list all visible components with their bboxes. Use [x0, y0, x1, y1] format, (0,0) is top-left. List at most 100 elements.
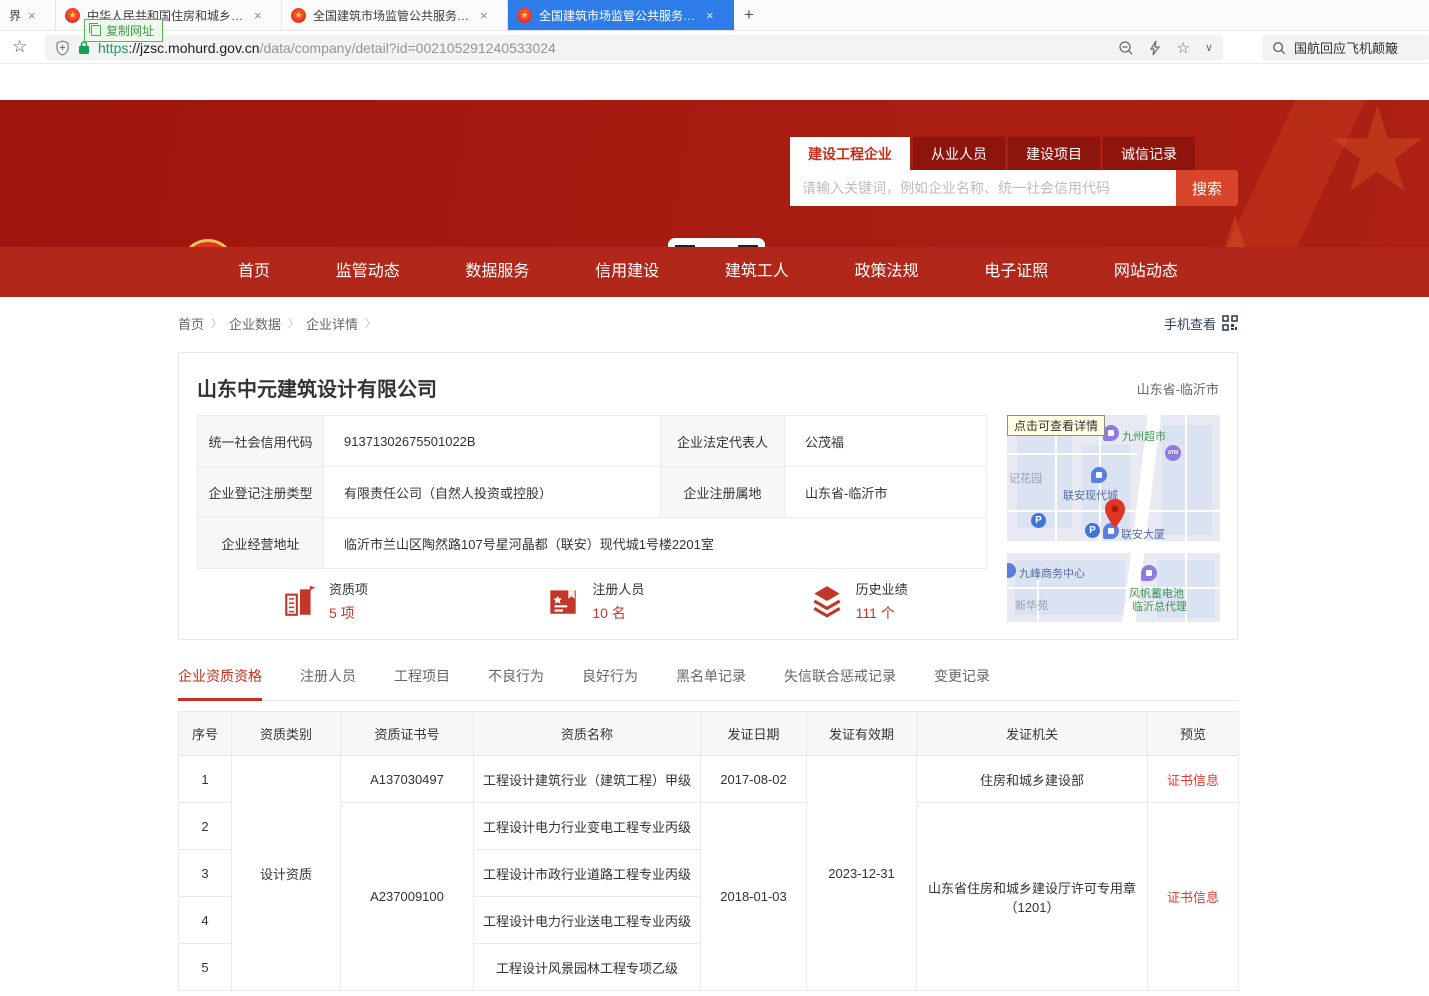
tab-registered-personnel[interactable]: 注册人员 [300, 666, 356, 700]
browser-tab-4-active[interactable]: ★ 全国建筑市场监管公共服务平台 × [508, 0, 734, 30]
qualification-name-cell: 工程设计风景园林工程专项乙级 [474, 944, 701, 991]
new-tab-button[interactable]: + [734, 0, 764, 30]
company-name: 山东中元建筑设计有限公司 [197, 373, 437, 402]
nav-item-site-news[interactable]: 网站动态 [1114, 247, 1178, 297]
certificate-info-link[interactable]: 证书信息 [1167, 773, 1219, 788]
seq-cell: 3 [179, 850, 232, 897]
browser-search-input[interactable] [1294, 40, 1414, 55]
stat-registered-personnel[interactable]: 注册人员 10 名 [460, 579, 723, 623]
tab-close-icon[interactable]: × [254, 8, 262, 23]
map-label: 记花园 [1009, 470, 1042, 486]
location-map[interactable]: 九州超市 记花园 ATM 联安现代城 联安大厦 P P 九峰商务中心 风帆蓄电池… [1007, 415, 1220, 622]
browser-tab-3[interactable]: ★ 全国建筑市场监管公共服务平台 × [282, 0, 508, 30]
keyword-search-input[interactable] [790, 170, 1176, 206]
stat-value: 5 项 [329, 603, 368, 623]
company-stats: 资质项 5 项 注册人员 10 名 [197, 579, 987, 623]
tab-blacklist[interactable]: 黑名单记录 [676, 666, 746, 700]
tab-close-icon[interactable]: × [706, 8, 714, 23]
bookmark-star-icon[interactable]: ☆ [12, 37, 27, 57]
stat-label: 注册人员 [592, 579, 644, 598]
certificate-icon [545, 583, 581, 619]
page-content: 首页 〉 企业数据 〉 企业详情 〉 手机查看 山东中元建筑设计有限公司 山东省… [178, 314, 1238, 991]
chevron-down-icon[interactable]: ∨ [1205, 41, 1213, 54]
seq-cell: 2 [179, 803, 232, 850]
tab-close-icon[interactable]: × [28, 8, 36, 23]
tab-bad-behavior[interactable]: 不良行为 [488, 666, 544, 700]
field-label: 企业法定代表人 [661, 416, 785, 467]
browser-chrome: 界 × ★ 中华人民共和国住房和城乡建设 × ★ 全国建筑市场监管公共服务平台 … [0, 0, 1429, 64]
parking-pin-icon[interactable]: P [1031, 513, 1046, 528]
qr-code-icon[interactable] [1222, 315, 1238, 331]
col-name: 资质名称 [474, 712, 701, 756]
table-row: 统一社会信用代码 91371302675501022B 企业法定代表人 公茂福 [198, 416, 987, 467]
emblem-favicon-icon: ★ [517, 8, 532, 23]
supermarket-pin-icon[interactable] [1103, 425, 1119, 441]
map-label: 九峰商务中心 [1019, 565, 1085, 581]
site-qr-code: S [668, 238, 765, 247]
shield-permissions-icon[interactable] [55, 40, 70, 56]
search-tab-enterprise[interactable]: 建设工程企业 [790, 137, 910, 170]
address-bar[interactable]: https://jzsc.mohurd.gov.cn/data/company/… [45, 35, 1223, 60]
search-tab-project[interactable]: 建设项目 [1008, 137, 1100, 170]
tab-change-records[interactable]: 变更记录 [934, 666, 990, 700]
tab-qualifications[interactable]: 企业资质资格 [178, 666, 262, 701]
favorite-star-icon[interactable]: ☆ [1176, 39, 1189, 57]
certificate-info-link[interactable]: 证书信息 [1167, 890, 1219, 905]
tab-title: 界 [9, 7, 21, 24]
company-info-table: 统一社会信用代码 91371302675501022B 企业法定代表人 公茂福 … [197, 415, 987, 569]
building-pin-icon[interactable] [1091, 467, 1107, 483]
tab-title: 全国建筑市场监管公共服务平台 [539, 7, 699, 24]
stat-historical-performance[interactable]: 历史业绩 111 个 [724, 579, 987, 623]
mobile-view-label[interactable]: 手机查看 [1164, 314, 1216, 333]
field-label: 企业注册属地 [661, 467, 785, 518]
search-button[interactable]: 搜索 [1176, 170, 1238, 206]
tab-close-icon[interactable]: × [480, 8, 488, 23]
breadcrumb-separator: 〉 [365, 315, 376, 331]
atm-pin-icon[interactable]: ATM [1165, 445, 1181, 461]
category-cell: 设计资质 [232, 756, 341, 991]
breadcrumb-home[interactable]: 首页 [178, 314, 204, 333]
nav-item-workers[interactable]: 建筑工人 [725, 247, 789, 297]
col-valid-until: 发证有效期 [807, 712, 917, 756]
col-preview: 预览 [1148, 712, 1239, 756]
nav-item-data-service[interactable]: 数据服务 [465, 247, 529, 297]
nav-item-supervision[interactable]: 监管动态 [336, 247, 400, 297]
qualification-name-cell: 工程设计建筑行业（建筑工程）甲级 [474, 756, 701, 803]
field-label: 统一社会信用代码 [198, 416, 324, 467]
qualification-name-cell: 工程设计电力行业变电工程专业丙级 [474, 803, 701, 850]
nav-item-home[interactable]: 首页 [238, 247, 270, 297]
detail-tabs: 企业资质资格 注册人员 工程项目 不良行为 良好行为 黑名单记录 失信联合惩戒记… [178, 666, 1238, 701]
breadcrumb: 首页 〉 企业数据 〉 企业详情 〉 手机查看 [178, 314, 1238, 332]
qualification-table: 序号 资质类别 资质证书号 资质名称 发证日期 发证有效期 发证机关 预览 1 … [178, 711, 1239, 991]
url-path: /data/company/detail?id=0021052912405330… [260, 40, 556, 56]
issue-date-cell: 2017-08-02 [701, 756, 807, 803]
authority-cell: 住房和城乡建设部 [917, 756, 1148, 803]
parking-pin-icon[interactable]: P [1085, 523, 1100, 538]
lightning-icon[interactable] [1149, 40, 1161, 56]
nav-item-credit[interactable]: 信用建设 [595, 247, 659, 297]
search-tab-personnel[interactable]: 从业人员 [913, 137, 1005, 170]
main-nav: 首页 监管动态 数据服务 信用建设 建筑工人 政策法规 电子证照 网站动态 [0, 247, 1429, 297]
breadcrumb-company-data[interactable]: 企业数据 [229, 314, 281, 333]
emblem-favicon-icon: ★ [291, 8, 306, 23]
registration-type-value: 有限责任公司（自然人投资或控股） [324, 467, 661, 518]
tab-good-behavior[interactable]: 良好行为 [582, 666, 638, 700]
nav-item-policy[interactable]: 政策法规 [855, 247, 919, 297]
nav-item-license[interactable]: 电子证照 [984, 247, 1048, 297]
field-label: 企业登记注册类型 [198, 467, 324, 518]
company-card: 山东中元建筑设计有限公司 山东省-临沂市 统一社会信用代码 9137130267… [178, 352, 1238, 640]
stat-qualifications[interactable]: 资质项 5 项 [197, 579, 460, 623]
tab-projects[interactable]: 工程项目 [394, 666, 450, 700]
zoom-out-icon[interactable] [1118, 40, 1134, 56]
browser-tab-1[interactable]: 界 × [0, 0, 56, 30]
company-location-pin-icon[interactable] [1104, 499, 1126, 529]
stat-value: 111 个 [856, 603, 908, 623]
tab-dishonesty-records[interactable]: 失信联合惩戒记录 [784, 666, 896, 700]
col-seq: 序号 [179, 712, 232, 756]
breadcrumb-company-detail[interactable]: 企业详情 [306, 314, 358, 333]
search-tab-credit[interactable]: 诚信记录 [1103, 137, 1195, 170]
battery-shop-pin-icon[interactable] [1141, 565, 1157, 581]
valid-until-cell: 2023-12-31 [807, 756, 917, 991]
browser-search-box[interactable] [1262, 35, 1429, 60]
credit-code-value: 91371302675501022B [324, 416, 661, 467]
